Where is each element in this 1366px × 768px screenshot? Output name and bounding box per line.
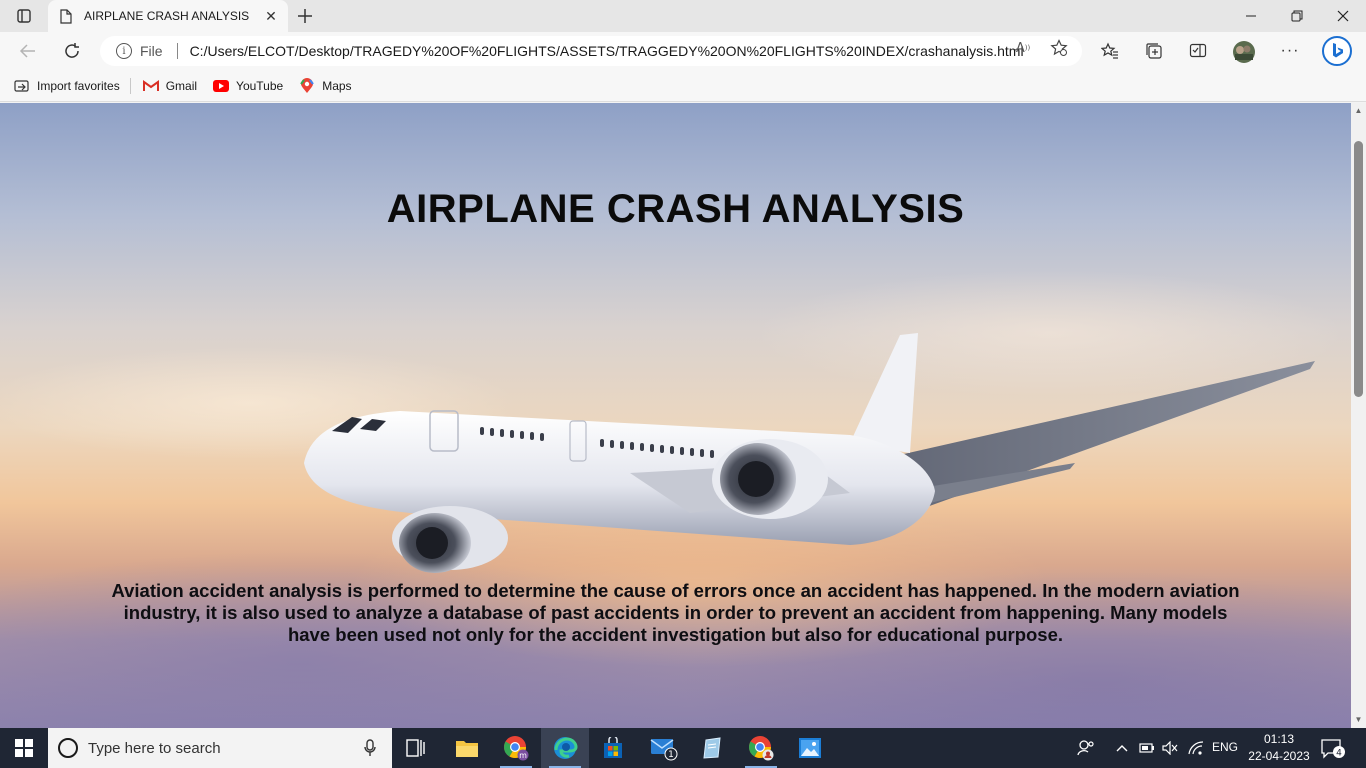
input-language-indicator[interactable]: ENG (1212, 740, 1238, 754)
tab-close-icon[interactable]: ✕ (260, 5, 282, 27)
scroll-thumb[interactable] (1354, 141, 1363, 397)
favorite-gmail[interactable]: Gmail (142, 78, 198, 94)
new-tab-plus-icon[interactable] (293, 4, 317, 28)
chrome-taskbar-icon[interactable] (737, 728, 785, 768)
browser-essentials-icon[interactable] (1188, 41, 1208, 61)
browser-tab-bar: AIRPLANE CRASH ANALYSIS ✕ (0, 0, 1366, 32)
refresh-icon[interactable] (58, 37, 86, 65)
address-scheme-label: File (140, 43, 163, 59)
tab-actions-button[interactable] (10, 6, 38, 26)
add-favorite-star-icon[interactable] (1050, 39, 1068, 57)
taskbar-clock[interactable]: 01:13 22-04-2023 (1246, 731, 1312, 765)
tab-title: AIRPLANE CRASH ANALYSIS (84, 9, 250, 23)
address-bar[interactable]: i File C:/Users/ELCOT/Desktop/TRAGEDY%20… (100, 36, 1082, 66)
scroll-down-arrow-icon[interactable]: ▼ (1354, 715, 1363, 724)
scroll-up-arrow-icon[interactable]: ▲ (1354, 106, 1363, 115)
favorite-maps[interactable]: Maps (299, 77, 352, 94)
cortana-circle-icon (58, 738, 78, 758)
svg-text:m: m (519, 751, 527, 760)
favorite-gmail-label: Gmail (165, 78, 198, 93)
favorite-import[interactable]: Import favorites (14, 78, 120, 94)
youtube-icon (213, 78, 230, 94)
notepad-icon[interactable] (688, 728, 736, 768)
chrome-profile-taskbar-icon[interactable]: m (492, 728, 540, 768)
address-divider (176, 43, 178, 59)
windows-start-icon[interactable] (0, 728, 48, 768)
gmail-icon (142, 78, 159, 94)
minimize-window-icon[interactable] (1228, 0, 1274, 32)
profile-avatar[interactable] (1232, 40, 1256, 64)
file-explorer-icon[interactable] (443, 728, 491, 768)
photos-icon[interactable] (786, 728, 834, 768)
page-title: AIRPLANE CRASH ANALYSIS (386, 187, 965, 231)
favorites-icon[interactable] (1100, 41, 1120, 61)
favorites-divider (129, 77, 131, 94)
close-window-icon[interactable] (1320, 0, 1366, 32)
page-file-icon (60, 8, 72, 24)
notification-count: 4 (1336, 749, 1342, 759)
mail-badge-count: 1 (668, 750, 674, 760)
notification-center-icon[interactable]: 4 (1320, 736, 1346, 760)
collections-icon[interactable] (1144, 41, 1164, 61)
tab-actions-icon (17, 9, 31, 23)
task-view-icon[interactable] (392, 728, 440, 768)
edge-taskbar-icon[interactable] (541, 728, 589, 768)
wifi-icon[interactable] (1186, 738, 1206, 758)
address-url[interactable]: C:/Users/ELCOT/Desktop/TRAGEDY%20OF%20FL… (190, 43, 1024, 59)
people-search-icon[interactable] (1076, 738, 1096, 758)
clock-time: 01:13 (1263, 732, 1295, 746)
volume-muted-icon[interactable] (1160, 738, 1180, 758)
taskbar-search-placeholder: Type here to search (88, 739, 221, 757)
back-arrow-icon[interactable] (14, 37, 42, 65)
tray-overflow-chevron-icon[interactable] (1112, 738, 1132, 758)
browser-toolbar: i File C:/Users/ELCOT/Desktop/TRAGEDY%20… (0, 32, 1366, 70)
page-content: AIRPLANE CRASH ANALYSIS Aviation acciden… (0, 103, 1351, 728)
clock-date: 22-04-2023 (1248, 749, 1310, 763)
import-icon (14, 78, 30, 94)
favorite-youtube-label: YouTube (236, 78, 284, 93)
restore-window-icon[interactable] (1274, 0, 1320, 32)
microsoft-store-icon[interactable] (589, 728, 637, 768)
mail-icon[interactable]: 1 (640, 728, 688, 768)
microphone-icon[interactable] (362, 738, 378, 758)
favorites-bar: Import favorites Gmail YouTube Maps (0, 70, 1366, 102)
page-scrollbar[interactable]: ▲ ▼ (1351, 103, 1366, 728)
maps-icon (299, 77, 315, 94)
browser-tab-active[interactable]: AIRPLANE CRASH ANALYSIS ✕ (48, 0, 288, 32)
airplane-image (304, 333, 1315, 573)
favorite-import-label: Import favorites (37, 78, 120, 93)
bing-chat-icon[interactable] (1322, 36, 1352, 66)
favorite-youtube[interactable]: YouTube (213, 78, 283, 94)
settings-more-icon[interactable]: ··· (1280, 41, 1300, 61)
page-description: Aviation accident analysis is performed … (111, 580, 1240, 645)
site-info-icon[interactable]: i (116, 43, 132, 59)
battery-icon[interactable] (1137, 738, 1157, 758)
windows-taskbar: Type here to search m 1 ENG 01:13 22-04-… (0, 728, 1366, 768)
read-aloud-icon[interactable]: A)) (1014, 39, 1032, 57)
favorite-maps-label: Maps (322, 78, 352, 93)
taskbar-search-box[interactable]: Type here to search (48, 728, 392, 768)
